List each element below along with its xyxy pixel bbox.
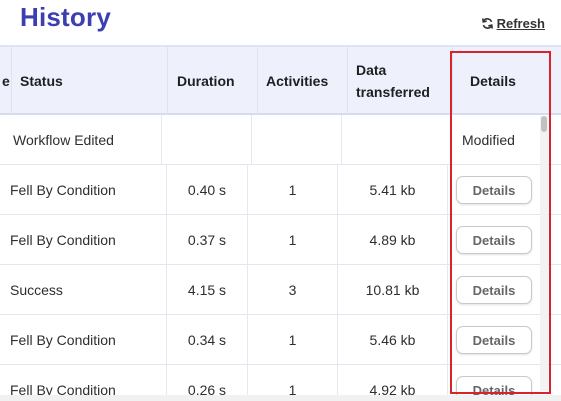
column-header-activities[interactable]: Activities [257, 47, 347, 115]
details-cell: Details [447, 165, 540, 215]
details-button[interactable]: Details [456, 376, 532, 395]
duration-cell: 0.40 s [166, 165, 247, 215]
duration-cell [161, 115, 251, 165]
table-row[interactable]: Fell By Condition 0.40 s 1 5.41 kb Detai… [0, 165, 561, 215]
activities-cell: 3 [247, 265, 337, 315]
duration-cell: 4.15 s [166, 265, 247, 315]
history-table: e Status Duration Activities Data transf… [0, 45, 561, 395]
activities-cell: 1 [247, 365, 337, 395]
column-header-details[interactable]: Details [452, 47, 561, 115]
column-header-status[interactable]: Status [11, 47, 167, 115]
activities-cell: 1 [247, 165, 337, 215]
refresh-label: Refresh [496, 16, 545, 31]
details-button[interactable]: Details [456, 226, 532, 254]
status-cell: Workflow Edited [13, 132, 114, 148]
column-header-duration[interactable]: Duration [167, 47, 257, 115]
details-text: Modified [451, 115, 541, 165]
table-row[interactable]: Fell By Condition 0.37 s 1 4.89 kb Detai… [0, 215, 561, 265]
duration-cell: 0.26 s [166, 365, 247, 395]
details-cell: Details [447, 315, 540, 365]
data-transferred-cell: 4.89 kb [337, 215, 447, 265]
data-transferred-cell: 5.46 kb [337, 315, 447, 365]
page-title: History [20, 2, 111, 32]
data-transferred-cell: 4.92 kb [337, 365, 447, 395]
status-cell: Fell By Condition [10, 232, 116, 248]
details-button[interactable]: Details [456, 176, 532, 204]
vertical-scrollbar[interactable] [540, 116, 548, 391]
duration-cell: 0.37 s [166, 215, 247, 265]
refresh-button[interactable]: Refresh [481, 16, 545, 31]
table-row[interactable]: Success 4.15 s 3 10.81 kb Details [0, 265, 561, 315]
refresh-icon [481, 17, 494, 30]
table-row[interactable]: Fell By Condition 0.26 s 1 4.92 kb Detai… [0, 365, 561, 395]
status-cell: Fell By Condition [10, 182, 116, 198]
data-transferred-cell [341, 115, 451, 165]
scrollbar-thumb[interactable] [541, 116, 547, 132]
status-cell: Success [10, 282, 63, 298]
data-transferred-cell: 10.81 kb [337, 265, 447, 315]
table-header: e Status Duration Activities Data transf… [0, 45, 561, 115]
bottom-edge [0, 395, 561, 401]
status-cell: Fell By Condition [10, 382, 116, 395]
data-transferred-cell: 5.41 kb [337, 165, 447, 215]
activities-cell: 1 [247, 215, 337, 265]
status-cell: Fell By Condition [10, 332, 116, 348]
details-cell: Details [447, 265, 540, 315]
column-header-data-transferred[interactable]: Data transferred [347, 47, 452, 115]
details-cell: Details [447, 215, 540, 265]
activities-cell [251, 115, 341, 165]
activities-cell: 1 [247, 315, 337, 365]
details-button[interactable]: Details [456, 276, 532, 304]
details-cell: Details [447, 365, 540, 395]
details-button[interactable]: Details [456, 326, 532, 354]
duration-cell: 0.34 s [166, 315, 247, 365]
table-row[interactable]: Workflow Edited Modified [0, 115, 561, 165]
table-row[interactable]: Fell By Condition 0.34 s 1 5.46 kb Detai… [0, 315, 561, 365]
